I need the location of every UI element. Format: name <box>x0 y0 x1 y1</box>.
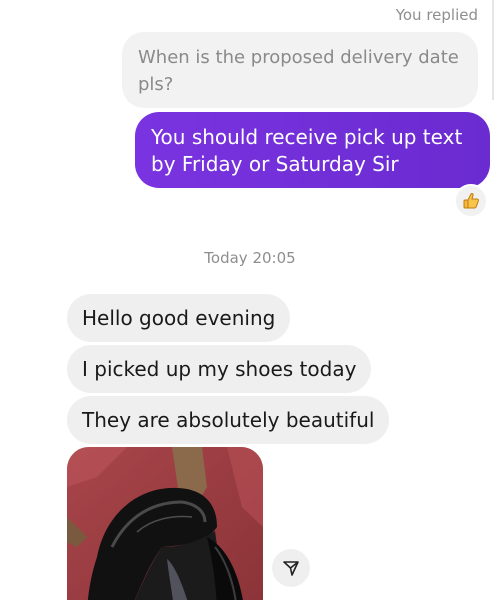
paper-plane-icon <box>283 561 299 576</box>
thumbs-up-icon <box>463 193 479 209</box>
received-message-bubble[interactable]: I picked up my shoes today <box>67 345 372 393</box>
received-message-bubble[interactable]: Hello good evening <box>67 294 291 342</box>
chat-thread: You replied When is the proposed deliver… <box>0 0 500 600</box>
sent-message-bubble[interactable]: You should receive pick up text by Frida… <box>135 112 490 188</box>
scrollbar-edge <box>492 0 494 100</box>
shoe-photo[interactable] <box>67 447 263 600</box>
share-button[interactable] <box>272 549 310 587</box>
received-message-bubble[interactable]: They are absolutely beautiful <box>67 396 390 444</box>
reply-indicator: You replied <box>395 6 478 24</box>
message-timestamp: Today 20:05 <box>204 249 296 267</box>
reaction-badge[interactable] <box>454 184 488 218</box>
quoted-message-bubble[interactable]: When is the proposed delivery date pls? <box>122 32 478 108</box>
shoe-photo-image <box>67 447 263 600</box>
